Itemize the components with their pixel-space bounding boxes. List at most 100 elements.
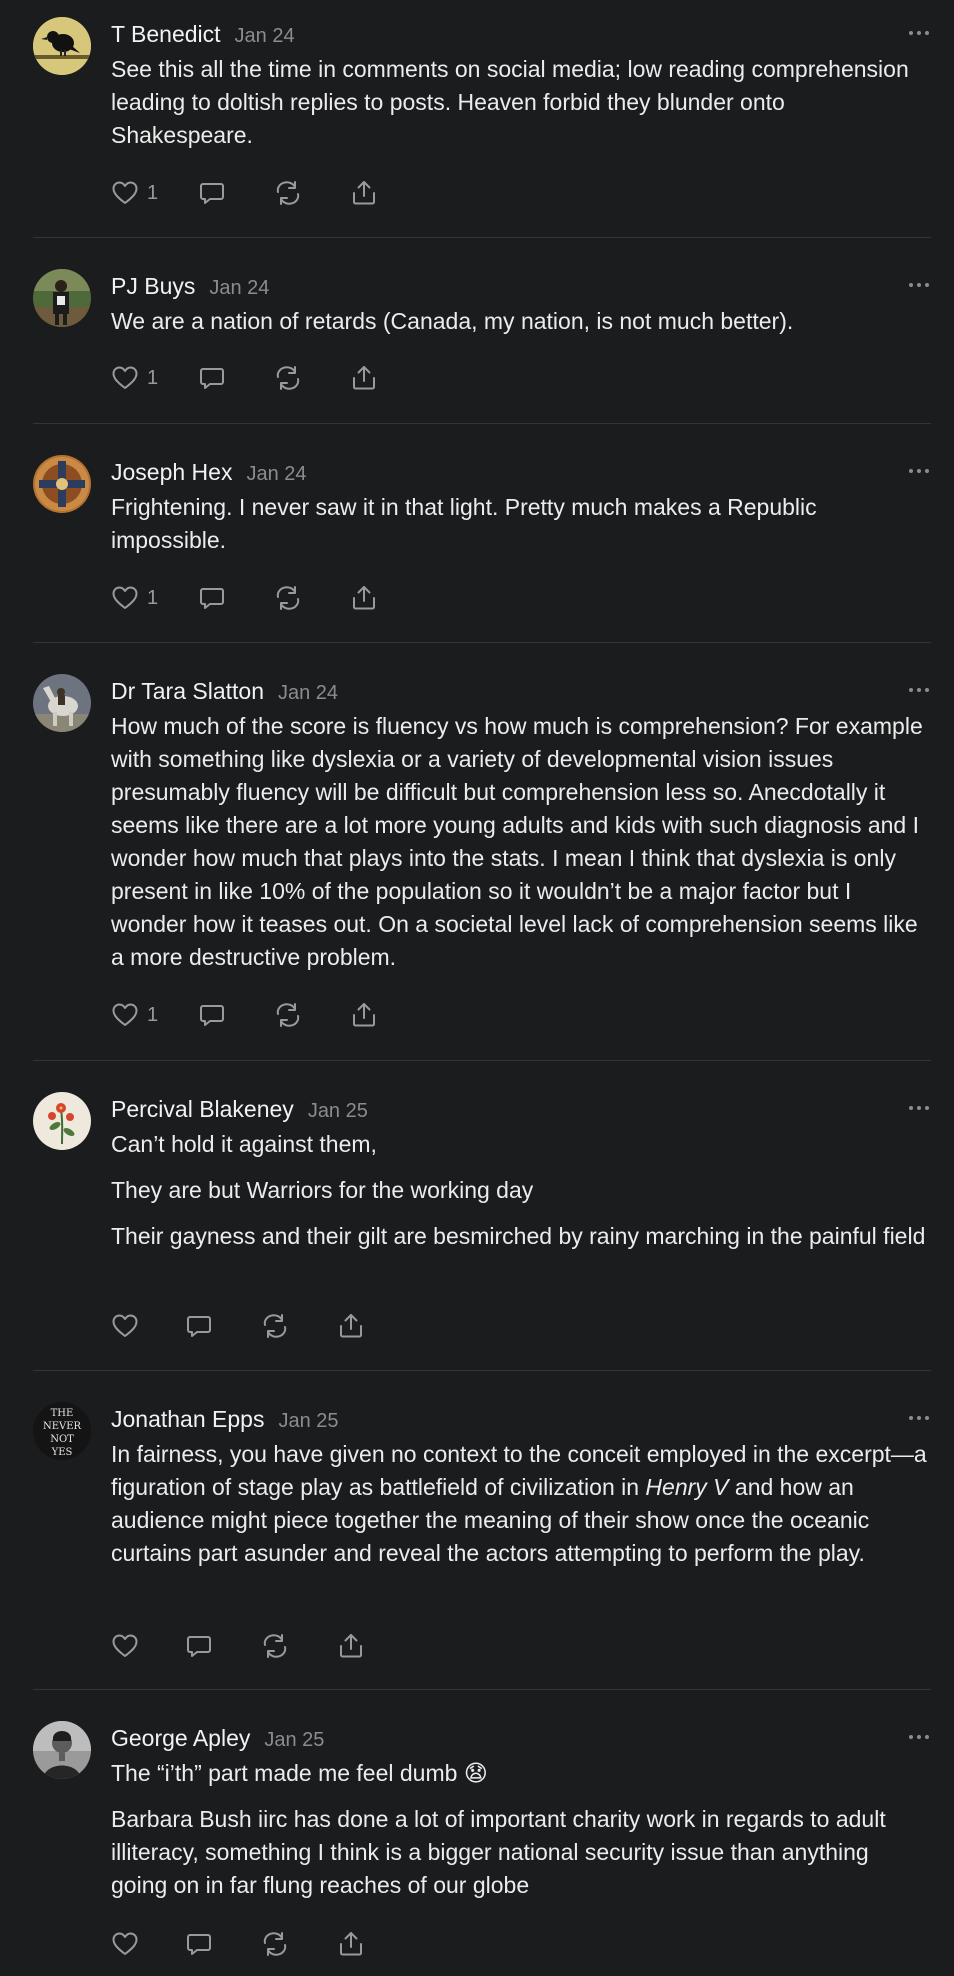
reply-button[interactable] bbox=[185, 1930, 213, 1958]
comment-actions: 1 bbox=[111, 581, 378, 615]
reply-button[interactable] bbox=[198, 1001, 226, 1029]
reply-icon bbox=[185, 1930, 213, 1958]
italic-title: Henry V bbox=[645, 1474, 729, 1500]
author-name[interactable]: George Apley bbox=[111, 1725, 250, 1751]
share-button[interactable] bbox=[337, 1632, 365, 1660]
share-button[interactable] bbox=[350, 584, 378, 612]
comment-date[interactable]: Jan 24 bbox=[246, 463, 306, 485]
restack-button[interactable] bbox=[274, 364, 302, 392]
share-icon bbox=[350, 179, 378, 207]
comment-header: George Apley Jan 25 bbox=[111, 1721, 324, 1755]
restack-button[interactable] bbox=[261, 1312, 289, 1340]
avatar[interactable] bbox=[33, 455, 91, 513]
like-button[interactable] bbox=[111, 1632, 147, 1660]
like-button[interactable]: 1 bbox=[111, 364, 158, 392]
more-options-button[interactable] bbox=[907, 281, 931, 291]
comment-actions: 1 bbox=[111, 361, 378, 395]
comment-body: Can’t hold it against them, They are but… bbox=[111, 1128, 931, 1253]
share-button[interactable] bbox=[350, 179, 378, 207]
share-button[interactable] bbox=[337, 1312, 365, 1340]
comment-actions bbox=[111, 1927, 365, 1961]
heart-icon bbox=[111, 584, 139, 612]
comment-date[interactable]: Jan 25 bbox=[308, 1100, 368, 1122]
more-dots-icon bbox=[907, 686, 931, 694]
comment-date[interactable]: Jan 25 bbox=[278, 1410, 338, 1432]
reply-icon bbox=[198, 1001, 226, 1029]
restack-button[interactable] bbox=[274, 584, 302, 612]
reply-button[interactable] bbox=[198, 179, 226, 207]
more-options-button[interactable] bbox=[907, 686, 931, 696]
cross-avatar-icon bbox=[33, 455, 91, 513]
restack-icon bbox=[274, 1001, 302, 1029]
comment-text: Can’t hold it against them, bbox=[111, 1131, 377, 1157]
share-button[interactable] bbox=[350, 1001, 378, 1029]
comment-date[interactable]: Jan 24 bbox=[235, 25, 295, 47]
restack-icon bbox=[261, 1930, 289, 1958]
share-icon bbox=[337, 1312, 365, 1340]
author-name[interactable]: Percival Blakeney bbox=[111, 1096, 294, 1122]
avatar[interactable] bbox=[33, 269, 91, 327]
like-button[interactable]: 1 bbox=[111, 179, 158, 207]
more-options-button[interactable] bbox=[907, 467, 931, 477]
comment-date[interactable]: Jan 24 bbox=[209, 277, 269, 299]
divider bbox=[33, 423, 931, 424]
reply-icon bbox=[185, 1632, 213, 1660]
like-button[interactable]: 1 bbox=[111, 584, 158, 612]
restack-button[interactable] bbox=[261, 1632, 289, 1660]
restack-button[interactable] bbox=[261, 1930, 289, 1958]
divider bbox=[33, 1060, 931, 1061]
horse-photo-avatar-icon bbox=[33, 674, 91, 732]
bw-portrait-avatar-icon bbox=[33, 1721, 91, 1779]
more-dots-icon bbox=[907, 281, 931, 289]
comment-date[interactable]: Jan 24 bbox=[278, 682, 338, 704]
crow-avatar-icon bbox=[33, 17, 91, 75]
divider bbox=[33, 1689, 931, 1690]
share-button[interactable] bbox=[337, 1930, 365, 1958]
share-icon bbox=[337, 1632, 365, 1660]
reply-button[interactable] bbox=[198, 364, 226, 392]
comment-text: Barbara Bush iirc has done a lot of impo… bbox=[111, 1806, 886, 1898]
reply-button[interactable] bbox=[198, 584, 226, 612]
share-button[interactable] bbox=[350, 364, 378, 392]
comment-date[interactable]: Jan 25 bbox=[264, 1729, 324, 1751]
restack-icon bbox=[274, 364, 302, 392]
comment-text: Frightening. I never saw it in that ligh… bbox=[111, 494, 817, 553]
avatar-text: NEVER bbox=[43, 1421, 82, 1432]
author-name[interactable]: Jonathan Epps bbox=[111, 1406, 264, 1432]
comment: Dr Tara Slatton Jan 24 How much of the sc… bbox=[33, 674, 931, 1034]
like-button[interactable]: 1 bbox=[111, 1001, 158, 1029]
more-dots-icon bbox=[907, 1733, 931, 1741]
avatar[interactable] bbox=[33, 674, 91, 732]
author-name[interactable]: PJ Buys bbox=[111, 273, 195, 299]
avatar[interactable] bbox=[33, 1092, 91, 1150]
comment-text: In fairness, you have given no context t… bbox=[111, 1438, 931, 1570]
divider bbox=[33, 237, 931, 238]
restack-button[interactable] bbox=[274, 179, 302, 207]
comment: T Benedict Jan 24 See this all the time i… bbox=[33, 17, 931, 217]
like-count: 1 bbox=[147, 366, 159, 389]
comment-body: Frightening. I never saw it in that ligh… bbox=[111, 491, 931, 557]
like-button[interactable] bbox=[111, 1312, 147, 1340]
avatar[interactable] bbox=[33, 1721, 91, 1779]
avatar-text: NOT bbox=[50, 1434, 74, 1445]
more-options-button[interactable] bbox=[907, 1414, 931, 1424]
like-button[interactable] bbox=[111, 1930, 147, 1958]
more-options-button[interactable] bbox=[907, 1733, 931, 1743]
more-options-button[interactable] bbox=[907, 1104, 931, 1114]
avatar[interactable]: THE NEVER NOT YES bbox=[33, 1402, 91, 1460]
author-name[interactable]: Joseph Hex bbox=[111, 459, 232, 485]
more-dots-icon bbox=[907, 1104, 931, 1112]
comment-body: How much of the score is fluency vs how … bbox=[111, 710, 931, 974]
restack-button[interactable] bbox=[274, 1001, 302, 1029]
avatar-text: THE bbox=[51, 1408, 74, 1419]
heart-icon bbox=[111, 1001, 139, 1029]
reply-button[interactable] bbox=[185, 1312, 213, 1340]
avatar[interactable] bbox=[33, 17, 91, 75]
share-icon bbox=[350, 364, 378, 392]
comment-actions: 1 bbox=[111, 998, 378, 1032]
reply-button[interactable] bbox=[185, 1632, 213, 1660]
author-name[interactable]: Dr Tara Slatton bbox=[111, 678, 264, 704]
more-options-button[interactable] bbox=[907, 29, 931, 39]
author-name[interactable]: T Benedict bbox=[111, 21, 221, 47]
reply-icon bbox=[198, 179, 226, 207]
